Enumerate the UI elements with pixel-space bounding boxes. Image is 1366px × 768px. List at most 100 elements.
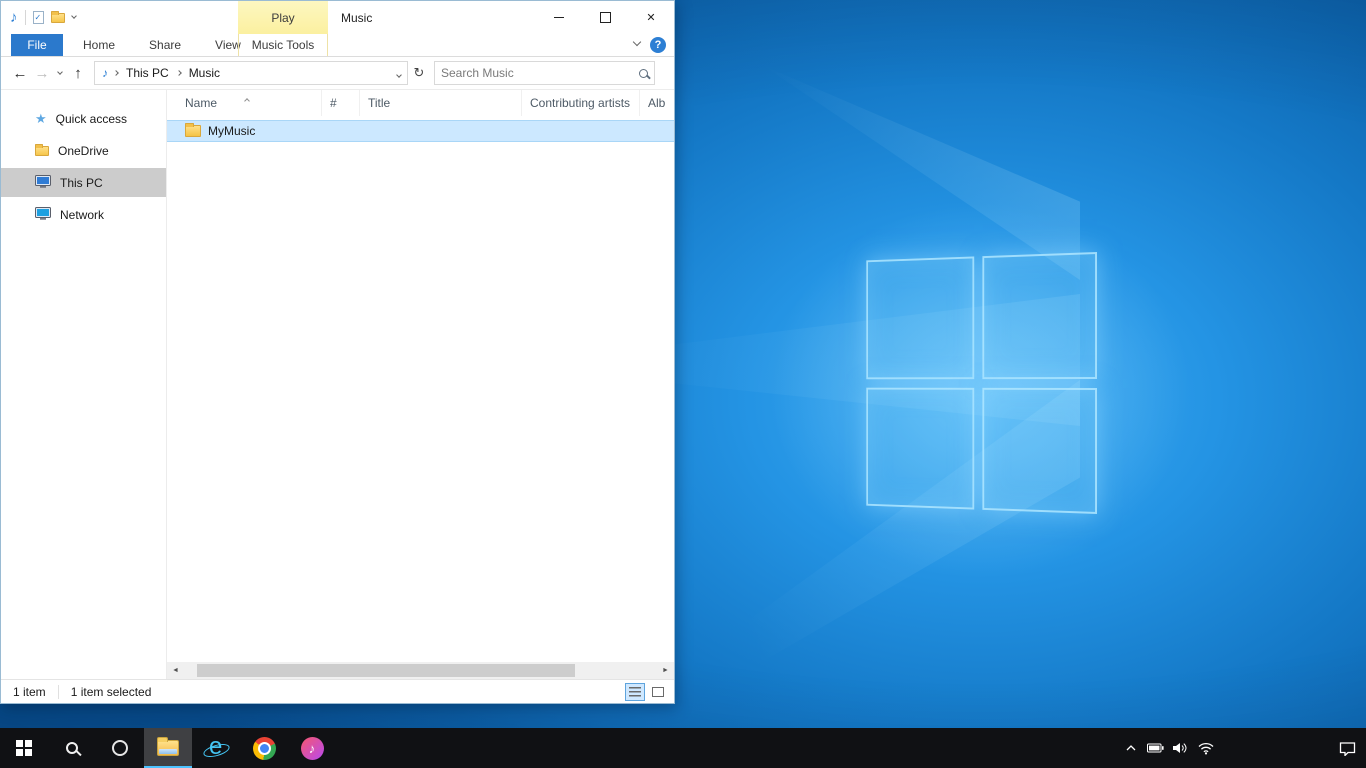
windows-logo-pane: [982, 387, 1097, 514]
wallpaper-windows-logo: [866, 252, 1097, 514]
sort-ascending-icon: [245, 92, 249, 106]
quick-access-toolbar: [1, 9, 76, 26]
item-count: 1 item: [13, 685, 46, 699]
recent-locations-caret-icon[interactable]: [53, 73, 67, 74]
selection-count: 1 item selected: [71, 685, 152, 699]
taskbar-chrome-button[interactable]: [240, 728, 288, 768]
close-button[interactable]: [628, 1, 674, 34]
column-header-label: Name: [185, 96, 217, 110]
start-button[interactable]: [0, 728, 48, 768]
column-header-track-number[interactable]: #: [322, 90, 360, 116]
action-center-button[interactable]: [1328, 728, 1366, 768]
file-list[interactable]: MyMusic: [167, 116, 674, 662]
column-header-label: #: [330, 96, 337, 110]
properties-icon[interactable]: [33, 11, 44, 24]
internet-explorer-icon: [203, 735, 229, 761]
minimize-button[interactable]: [536, 1, 582, 34]
new-folder-icon[interactable]: [51, 13, 65, 23]
status-bar: 1 item 1 item selected: [1, 679, 674, 703]
wifi-icon: [1198, 742, 1214, 755]
sidebar-item-label: Network: [60, 208, 104, 222]
taskbar-internet-explorer-button[interactable]: [192, 728, 240, 768]
back-button[interactable]: [9, 61, 31, 85]
navigation-pane: Quick access OneDrive This PC Netwo: [1, 90, 167, 679]
volume-button[interactable]: [1168, 728, 1193, 768]
column-header-label: Contributing artists: [530, 96, 630, 110]
search-input[interactable]: [441, 66, 635, 80]
large-icons-view-button[interactable]: [648, 683, 668, 701]
windows-start-icon: [16, 740, 32, 756]
sidebar-item-quick-access[interactable]: Quick access: [1, 104, 166, 133]
expand-ribbon-caret-icon[interactable]: [633, 38, 641, 46]
search-icon: [66, 742, 78, 754]
file-explorer-window: Play Music File Home Share View Music To…: [0, 0, 675, 704]
chevron-up-icon: [1126, 745, 1136, 751]
search-box[interactable]: [434, 61, 655, 85]
scrollbar-track[interactable]: [184, 662, 657, 679]
network-monitor-icon: [35, 207, 51, 223]
tab-home[interactable]: Home: [69, 34, 129, 56]
title-bar[interactable]: Play Music: [1, 1, 674, 34]
breadcrumb-chevron-icon[interactable]: [113, 70, 119, 76]
scroll-left-arrow-icon[interactable]: [167, 662, 184, 679]
file-list-panel: Name # Title Contributing artists Alb: [167, 90, 674, 679]
sidebar-item-onedrive[interactable]: OneDrive: [1, 136, 166, 165]
help-icon[interactable]: [650, 37, 666, 53]
sidebar-item-label: OneDrive: [58, 144, 109, 158]
contextual-tab-play[interactable]: Play: [238, 1, 328, 34]
navigation-bar: This PC Music: [1, 57, 674, 90]
scroll-right-arrow-icon[interactable]: [657, 662, 674, 679]
column-header-contributing-artists[interactable]: Contributing artists: [522, 90, 640, 116]
file-name: MyMusic: [208, 124, 255, 138]
speaker-icon: [1173, 742, 1188, 754]
folder-icon: [185, 125, 201, 137]
tab-music-tools[interactable]: Music Tools: [238, 34, 328, 56]
column-header-label: Alb: [648, 96, 665, 110]
battery-icon: [1147, 743, 1164, 753]
cortana-circle-icon: [112, 740, 128, 756]
taskbar-itunes-button[interactable]: [288, 728, 336, 768]
breadcrumb-this-pc[interactable]: This PC: [124, 66, 171, 80]
address-dropdown-caret-icon[interactable]: [397, 66, 403, 80]
windows-logo-pane: [866, 387, 973, 509]
refresh-button[interactable]: [408, 61, 430, 85]
up-button[interactable]: [67, 61, 89, 85]
sidebar-item-this-pc[interactable]: This PC: [1, 168, 166, 197]
cortana-button[interactable]: [96, 728, 144, 768]
horizontal-scrollbar[interactable]: [167, 662, 674, 679]
file-explorer-icon: [157, 740, 179, 756]
view-toggle-group: [625, 683, 668, 701]
column-header-album[interactable]: Alb: [640, 90, 674, 116]
forward-button[interactable]: [31, 61, 53, 85]
battery-status-button[interactable]: [1143, 728, 1168, 768]
network-button[interactable]: [1193, 728, 1218, 768]
taskbar: [0, 728, 1366, 768]
show-hidden-icons-button[interactable]: [1118, 728, 1143, 768]
breadcrumb-chevron-icon[interactable]: [176, 70, 182, 76]
windows-logo-pane: [982, 252, 1097, 379]
system-tray: [1118, 728, 1366, 768]
customize-toolbar-caret-icon[interactable]: [71, 13, 77, 19]
search-icon[interactable]: [639, 69, 648, 78]
window-title: Music: [341, 1, 372, 34]
this-pc-monitor-icon: [35, 175, 51, 191]
toolbar-separator: [25, 10, 26, 25]
scrollbar-thumb[interactable]: [197, 664, 575, 677]
maximize-button[interactable]: [582, 1, 628, 34]
file-row-mymusic[interactable]: MyMusic: [167, 120, 674, 142]
taskbar-search-button[interactable]: [48, 728, 96, 768]
taskbar-file-explorer-button[interactable]: [144, 728, 192, 768]
address-bar[interactable]: This PC Music: [94, 61, 408, 85]
tab-share[interactable]: Share: [135, 34, 195, 56]
music-note-app-icon: [10, 9, 18, 26]
column-header-title[interactable]: Title: [360, 90, 522, 116]
itunes-music-icon: [301, 737, 324, 760]
sidebar-item-label: This PC: [60, 176, 103, 190]
tab-file[interactable]: File: [11, 34, 63, 56]
breadcrumb-current-folder[interactable]: Music: [187, 66, 222, 80]
sidebar-item-label: Quick access: [56, 112, 127, 126]
sidebar-item-network[interactable]: Network: [1, 200, 166, 229]
details-view-button[interactable]: [625, 683, 645, 701]
window-controls: [536, 1, 674, 34]
explorer-body: Quick access OneDrive This PC Netwo: [1, 90, 674, 679]
